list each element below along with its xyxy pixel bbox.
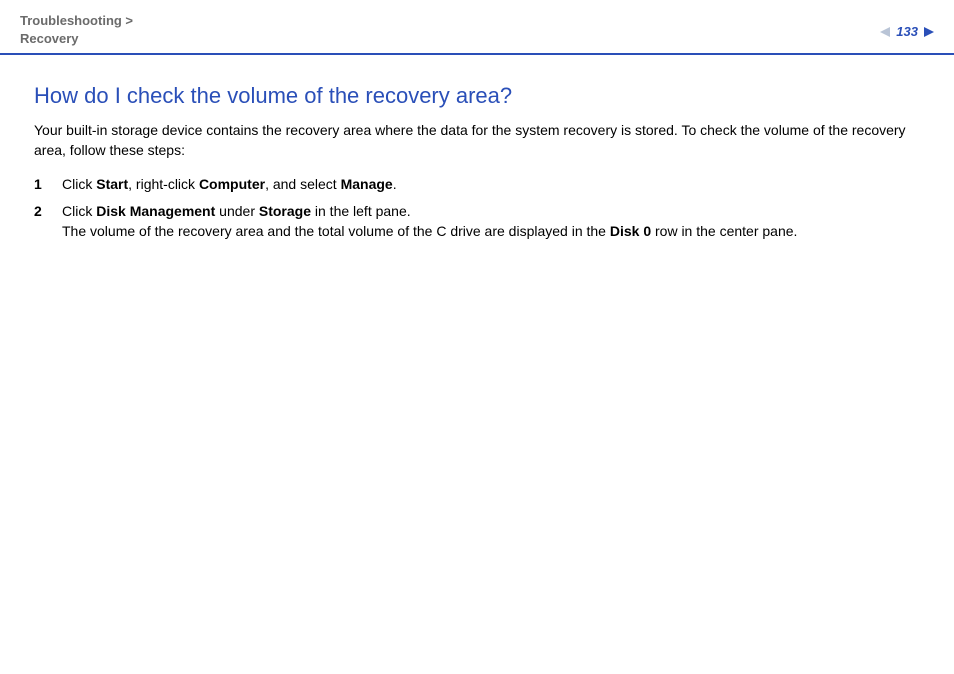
arrow-left-icon[interactable] [880,27,890,37]
page-number: 133 [896,24,918,39]
arrow-right-icon[interactable] [924,27,934,37]
intro-paragraph: Your built-in storage device contains th… [34,121,920,160]
breadcrumb: Troubleshooting > Recovery [20,12,133,47]
page-header: Troubleshooting > Recovery 133 [0,0,954,53]
page-indicator: 133 [880,24,934,39]
breadcrumb-line2: Recovery [20,30,133,48]
step-item: Click Start, right-click Computer, and s… [34,174,920,194]
step-item: Click Disk Management under Storage in t… [34,201,920,242]
step-text: Click Disk Management under Storage in t… [62,201,920,221]
steps-list: Click Start, right-click Computer, and s… [34,174,920,241]
page-title: How do I check the volume of the recover… [34,83,920,109]
breadcrumb-line1: Troubleshooting > [20,12,133,30]
page-content: How do I check the volume of the recover… [0,55,954,267]
step-extra: The volume of the recovery area and the … [62,221,920,241]
step-text: Click Start, right-click Computer, and s… [62,174,920,194]
